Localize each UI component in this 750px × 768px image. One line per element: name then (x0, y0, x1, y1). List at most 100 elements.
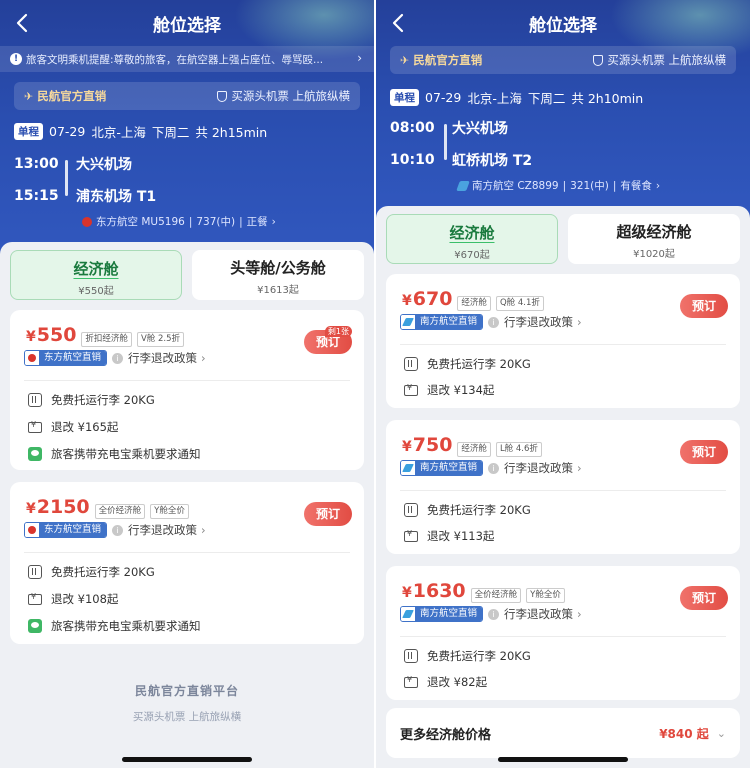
ticket-icon (404, 529, 418, 542)
fare-price: ¥ 2150 全价经济舱 Y舱全价 (26, 496, 189, 519)
baggage-policy-link[interactable]: 行李退改政策 › (504, 460, 582, 476)
fare-tag: Q舱 4.1折 (495, 296, 544, 311)
info-icon[interactable]: i (488, 462, 500, 474)
fare-card[interactable]: ¥ 550 折扣经济舱 V舱 2.5折 东方航空直销 i 行李退改政策 › 预订 … (10, 310, 364, 470)
book-button[interactable]: 预订 (680, 586, 728, 610)
luggage-icon (404, 503, 418, 517)
china-southern-logo-icon (402, 318, 414, 326)
fare-tag: V舱 2.5折 (136, 332, 184, 347)
luggage-icon (404, 649, 418, 663)
refund-feature: 退改 ¥108起 (28, 591, 118, 607)
trip-type-badge: 单程 (390, 89, 419, 106)
notice-bar[interactable]: ! 旅客文明乘机提醒:尊敬的旅客，在航空器上强占座位、辱骂殴... › (0, 46, 374, 72)
fare-card[interactable]: ¥ 670 经济舱 Q舱 4.1折 南方航空直销 i 行李退改政策 › 预订 免费… (386, 274, 740, 408)
flight-cities: 北京-上海 (91, 125, 146, 140)
tab-label: 超级经济舱 (616, 223, 692, 241)
baggage-policy-link[interactable]: 行李退改政策 › (504, 314, 582, 330)
fare-price: ¥ 670 经济舱 Q舱 4.1折 (402, 288, 544, 311)
official-banner: ✈ 民航官方直销 买源头机票 上航旅纵横 (14, 82, 360, 110)
shield-icon (593, 54, 604, 66)
fare-tag: Y舱全价 (526, 588, 565, 603)
flight-number: 南方航空 CZ8899 (472, 180, 559, 192)
info-icon[interactable]: i (112, 524, 124, 536)
home-indicator (122, 757, 252, 762)
ticket-icon (404, 383, 418, 396)
notice-text: 旅客文明乘机提醒:尊敬的旅客，在航空器上强占座位、辱骂殴... (26, 53, 324, 66)
chevron-right-icon: › (577, 461, 582, 475)
luggage-icon (28, 565, 42, 579)
home-indicator (498, 757, 628, 762)
powerbank-notice[interactable]: 旅客携带充电宝乘机要求通知 (28, 446, 201, 462)
aircraft-type: 321(中) (570, 180, 609, 192)
depart-row: 08:00 大兴机场 (390, 118, 508, 138)
tab-from-price: ¥670起 (454, 250, 490, 261)
chevron-right-icon: › (577, 607, 582, 621)
depart-time: 13:00 (14, 156, 59, 172)
flight-header: 舱位选择 ✈ 民航官方直销 买源头机票 上航旅纵横 单程 07-29 北京-上海 … (376, 0, 750, 222)
baggage-feature: 免费托运行李 20KG (404, 356, 531, 372)
tab-economy[interactable]: 经济舱 ¥670起 (386, 214, 558, 264)
luggage-icon (404, 357, 418, 371)
info-icon[interactable]: i (488, 316, 500, 328)
flight-date: 07-29 (425, 90, 462, 105)
official-brand: 民航官方直销 (37, 89, 107, 103)
tab-label: 经济舱 (73, 260, 119, 278)
channel-badge: 东方航空直销 (24, 522, 108, 538)
fare-card[interactable]: ¥ 750 经济舱 L舱 4.6折 南方航空直销 i 行李退改政策 › 预订 免费… (386, 420, 740, 554)
flight-info[interactable]: 南方航空 CZ8899 | 321(中) | 有餐食 › (456, 178, 660, 193)
china-southern-logo-icon (402, 610, 414, 618)
shield-icon (217, 90, 228, 102)
flight-cities: 北京-上海 (467, 91, 522, 106)
platform-footer: 民航官方直销平台 买源头机票 上航旅纵横 (0, 682, 374, 724)
official-brand: 民航官方直销 (413, 53, 483, 67)
tab-first-business[interactable]: 头等舱/公务舱 ¥1613起 (192, 250, 364, 300)
chevron-right-icon: › (577, 315, 582, 329)
chevron-right-icon: › (357, 51, 362, 65)
channel-badge: 南方航空直销 (400, 606, 484, 622)
fare-tag: 经济舱 (457, 296, 491, 311)
page-title: 舱位选择 (153, 16, 221, 36)
fare-price: ¥ 550 折扣经济舱 V舱 2.5折 (26, 324, 184, 347)
aircraft-type: 737(中) (196, 216, 236, 228)
fare-card[interactable]: ¥ 2150 全价经济舱 Y舱全价 东方航空直销 i 行李退改政策 › 预订 免费… (10, 482, 364, 644)
fare-tag: 全价经济舱 (94, 504, 146, 519)
channel-badge: 南方航空直销 (400, 460, 484, 476)
info-icon[interactable]: i (112, 352, 124, 364)
channel-row: 南方航空直销 i 行李退改政策 › (400, 460, 582, 476)
caac-emblem-icon: ✈ (24, 89, 34, 103)
tab-premium-economy[interactable]: 超级经济舱 ¥1020起 (568, 214, 740, 264)
arrive-time: 15:15 (14, 188, 59, 204)
fare-card[interactable]: ¥ 1630 全价经济舱 Y舱全价 南方航空直销 i 行李退改政策 › 预订 免费… (386, 566, 740, 700)
book-button[interactable]: 预订 (304, 502, 352, 526)
footer-slogan: 买源头机票 上航旅纵横 (132, 711, 242, 723)
flight-weekday: 下周二 (527, 91, 566, 106)
book-button[interactable]: 预订 (680, 294, 728, 318)
official-banner: ✈ 民航官方直销 买源头机票 上航旅纵横 (390, 46, 736, 74)
tab-from-price: ¥550起 (78, 286, 114, 297)
cabin-sheet: 经济舱 ¥670起 超级经济舱 ¥1020起 ¥ 670 经济舱 Q舱 4.1折… (376, 206, 750, 768)
info-icon[interactable]: i (488, 608, 500, 620)
more-economy-prices[interactable]: 更多经济舱价格 ¥840 起 ⌄ (386, 708, 740, 758)
ticket-icon (28, 592, 42, 605)
official-slogan: 买源头机票 上航旅纵横 (231, 89, 350, 103)
baggage-policy-link[interactable]: 行李退改政策 › (504, 606, 582, 622)
baggage-policy-link[interactable]: 行李退改政策 › (128, 522, 206, 538)
baggage-feature: 免费托运行李 20KG (404, 648, 531, 664)
tab-economy[interactable]: 经济舱 ¥550起 (10, 250, 182, 300)
flight-info[interactable]: 东方航空 MU5196 | 737(中) | 正餐 › (82, 214, 276, 229)
refund-feature: 退改 ¥82起 (404, 674, 487, 690)
book-button[interactable]: 预订 (680, 440, 728, 464)
baggage-policy-link[interactable]: 行李退改政策 › (128, 350, 206, 366)
fare-tag: L舱 4.6折 (495, 442, 542, 457)
baggage-feature: 免费托运行李 20KG (28, 564, 155, 580)
fare-price: ¥ 1630 全价经济舱 Y舱全价 (402, 580, 565, 603)
trip-type-badge: 单程 (14, 123, 43, 140)
ticket-icon (28, 420, 42, 433)
divider (400, 490, 726, 491)
china-eastern-logo-icon (28, 354, 36, 362)
powerbank-notice[interactable]: 旅客携带充电宝乘机要求通知 (28, 618, 201, 634)
china-southern-logo-icon (402, 464, 414, 472)
tab-label: 头等舱/公务舱 (230, 259, 326, 277)
arrive-row: 15:15 浦东机场 T1 (14, 186, 156, 206)
chevron-down-icon: ⌄ (716, 726, 726, 740)
